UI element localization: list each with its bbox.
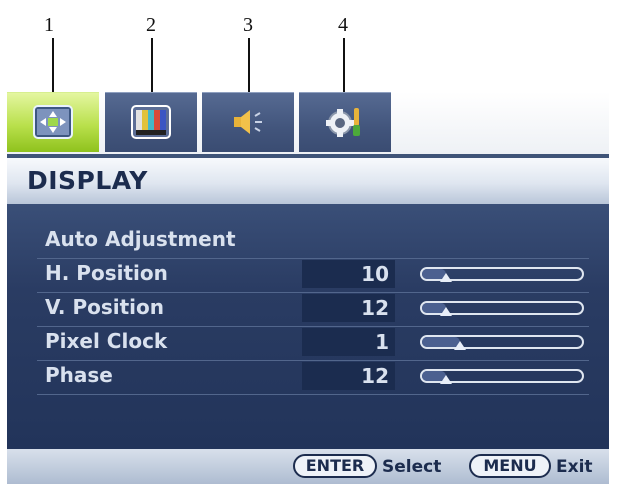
menu-item-pixel-clock[interactable]: Pixel Clock 1 (37, 326, 589, 361)
display-adjust-icon (33, 105, 73, 139)
osd-menu-panel: DISPLAY Auto Adjustment H. Position 10 V… (7, 92, 609, 484)
tab-bar (7, 92, 609, 154)
menu-item-label: H. Position (45, 261, 168, 285)
tab-display[interactable] (7, 92, 99, 152)
page-title: DISPLAY (27, 166, 148, 195)
slider-thumb[interactable] (440, 375, 452, 384)
enter-key-badge: ENTER (293, 454, 377, 478)
callout-2: 2 (146, 14, 156, 36)
callout-line-4 (343, 38, 345, 96)
speaker-icon (228, 105, 268, 139)
callout-line-1 (52, 38, 54, 96)
v-position-slider[interactable] (420, 301, 584, 316)
callout-1: 1 (44, 14, 54, 36)
callout-3: 3 (243, 14, 253, 36)
setting-value: 10 (302, 260, 395, 288)
menu-item-label: Pixel Clock (45, 329, 168, 353)
tab-audio[interactable] (202, 92, 294, 152)
menu-item-label: Phase (45, 363, 113, 387)
menu-item-label: V. Position (45, 295, 165, 319)
system-gear-icon (323, 103, 367, 141)
enter-action-label: Select (382, 457, 442, 477)
menu-item-h-position[interactable]: H. Position 10 (37, 258, 589, 293)
menu-item-label: Auto Adjustment (45, 227, 236, 251)
slider-thumb[interactable] (454, 341, 467, 350)
phase-slider[interactable] (420, 369, 584, 384)
setting-value: 1 (302, 328, 395, 356)
menu-header: DISPLAY (7, 154, 609, 204)
tab-picture[interactable] (105, 92, 197, 152)
tab-system[interactable] (299, 92, 391, 152)
callout-line-3 (248, 38, 250, 96)
slider-thumb[interactable] (440, 307, 452, 316)
slider-thumb[interactable] (440, 273, 452, 282)
h-position-slider[interactable] (420, 267, 584, 282)
menu-item-v-position[interactable]: V. Position 12 (37, 292, 589, 327)
setting-value: 12 (302, 294, 395, 322)
callout-line-2 (151, 38, 153, 96)
menu-footer: ENTER Select MENU Exit (7, 449, 609, 484)
setting-value: 12 (302, 362, 395, 390)
callout-4: 4 (338, 14, 348, 36)
menu-item-phase[interactable]: Phase 12 (37, 360, 589, 395)
menu-key-badge: MENU (469, 454, 551, 478)
menu-body: Auto Adjustment H. Position 10 V. Positi… (7, 204, 609, 449)
menu-item-auto-adjustment[interactable]: Auto Adjustment (37, 224, 589, 259)
pixel-clock-slider[interactable] (420, 335, 584, 350)
picture-color-bars-icon (131, 105, 171, 139)
menu-action-label: Exit (556, 457, 593, 477)
